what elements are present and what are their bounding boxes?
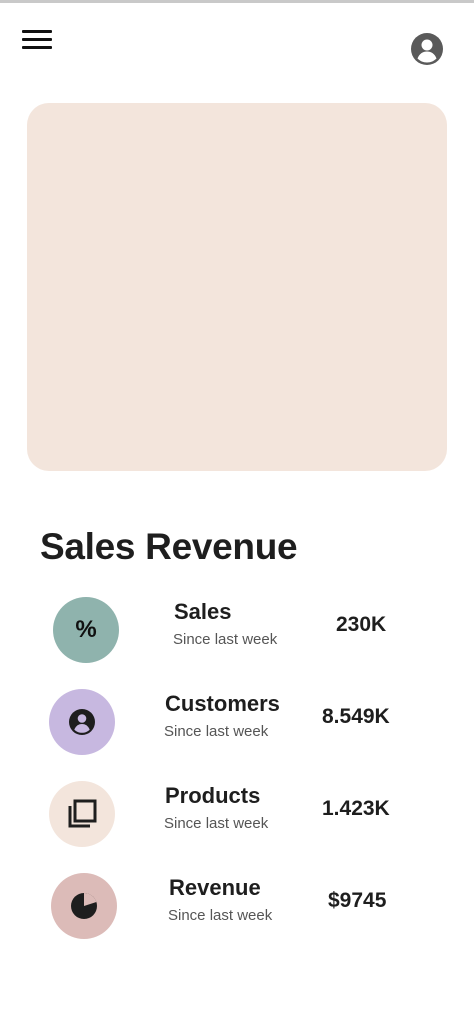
hero-card <box>27 103 447 471</box>
metric-value: 230K <box>336 613 387 636</box>
pie-chart-icon <box>71 892 97 919</box>
top-divider <box>0 0 474 3</box>
metric-label: Revenue <box>169 875 261 900</box>
metric-subtitle: Since last week <box>164 815 269 832</box>
metric-label: Customers <box>165 691 280 716</box>
metric-row-revenue[interactable]: Revenue Since last week $9745 <box>0 873 474 943</box>
sales-icon-badge: % <box>53 597 119 663</box>
metric-subtitle: Since last week <box>164 723 269 740</box>
metric-value: 1.423K <box>322 797 390 820</box>
account-circle-icon <box>69 709 95 735</box>
metric-row-products[interactable]: Products Since last week 1.423K <box>0 781 474 851</box>
metric-row-customers[interactable]: Customers Since last week 8.549K <box>0 689 474 759</box>
hamburger-menu-icon <box>22 30 52 33</box>
metric-label: Products <box>165 783 261 808</box>
metric-value: $9745 <box>328 889 387 912</box>
customers-icon-badge <box>49 689 115 755</box>
metric-subtitle: Since last week <box>168 907 273 924</box>
account-circle-icon <box>411 33 443 65</box>
library-stack-icon <box>68 799 97 828</box>
revenue-icon-badge <box>51 873 117 939</box>
section-title: Sales Revenue <box>40 526 298 567</box>
metric-value: 8.549K <box>322 705 390 728</box>
metric-row-sales[interactable]: % Sales Since last week 230K <box>0 597 474 667</box>
products-icon-badge <box>49 781 115 847</box>
hamburger-menu-icon-bar <box>22 46 52 49</box>
menu-button[interactable] <box>22 28 54 52</box>
metric-label: Sales <box>174 599 232 624</box>
percent-icon: % <box>75 616 97 643</box>
hamburger-menu-icon-bar <box>22 38 52 41</box>
account-button[interactable] <box>410 32 444 66</box>
metric-subtitle: Since last week <box>173 631 278 648</box>
